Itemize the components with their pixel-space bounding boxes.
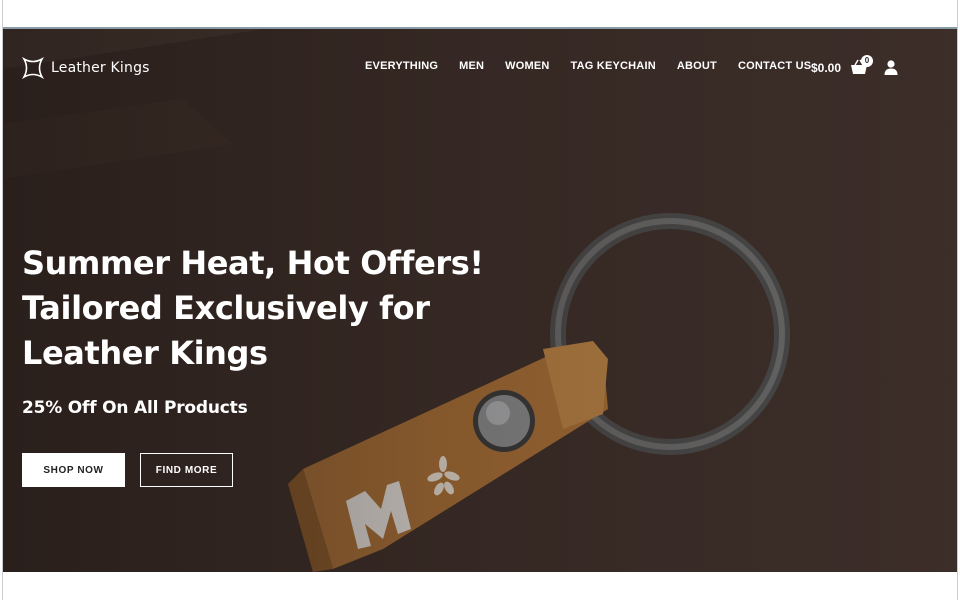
shop-now-button[interactable]: SHOP NOW <box>22 453 125 487</box>
hero-banner: Leather Kings EVERYTHING MEN WOMEN TAG K… <box>3 29 957 572</box>
main-nav: EVERYTHING MEN WOMEN TAG KEYCHAIN ABOUT … <box>365 60 832 72</box>
site-header: Leather Kings EVERYTHING MEN WOMEN TAG K… <box>3 29 957 109</box>
nav-item-contact-us[interactable]: CONTACT US <box>738 60 811 72</box>
nav-item-tag-keychain[interactable]: TAG KEYCHAIN <box>571 60 656 72</box>
find-more-button[interactable]: FIND MORE <box>140 453 233 487</box>
nav-item-men[interactable]: MEN <box>459 60 484 72</box>
nav-item-women[interactable]: WOMEN <box>505 60 549 72</box>
hero-headline: Summer Heat, Hot Offers! Tailored Exclus… <box>22 241 492 376</box>
left-border <box>2 0 3 600</box>
crown-frame-icon <box>22 57 44 79</box>
hero-subheadline: 25% Off On All Products <box>22 398 248 418</box>
bottom-margin <box>0 572 960 600</box>
nav-item-everything[interactable]: EVERYTHING <box>365 60 438 72</box>
brand-name: Leather Kings <box>51 60 150 76</box>
hero-headline-line-1: Summer Heat, Hot Offers! <box>22 244 484 282</box>
cart-count-badge: 0 <box>861 55 873 67</box>
nav-item-about[interactable]: ABOUT <box>677 60 717 72</box>
hero-headline-line-3: Leather Kings <box>22 334 268 372</box>
top-margin <box>0 0 960 28</box>
cart-total[interactable]: $0.00 <box>811 61 841 75</box>
user-icon[interactable] <box>884 60 898 75</box>
brand-logo[interactable]: Leather Kings <box>22 57 150 79</box>
hero-headline-line-2: Tailored Exclusively for <box>22 289 430 327</box>
right-border <box>957 0 958 600</box>
